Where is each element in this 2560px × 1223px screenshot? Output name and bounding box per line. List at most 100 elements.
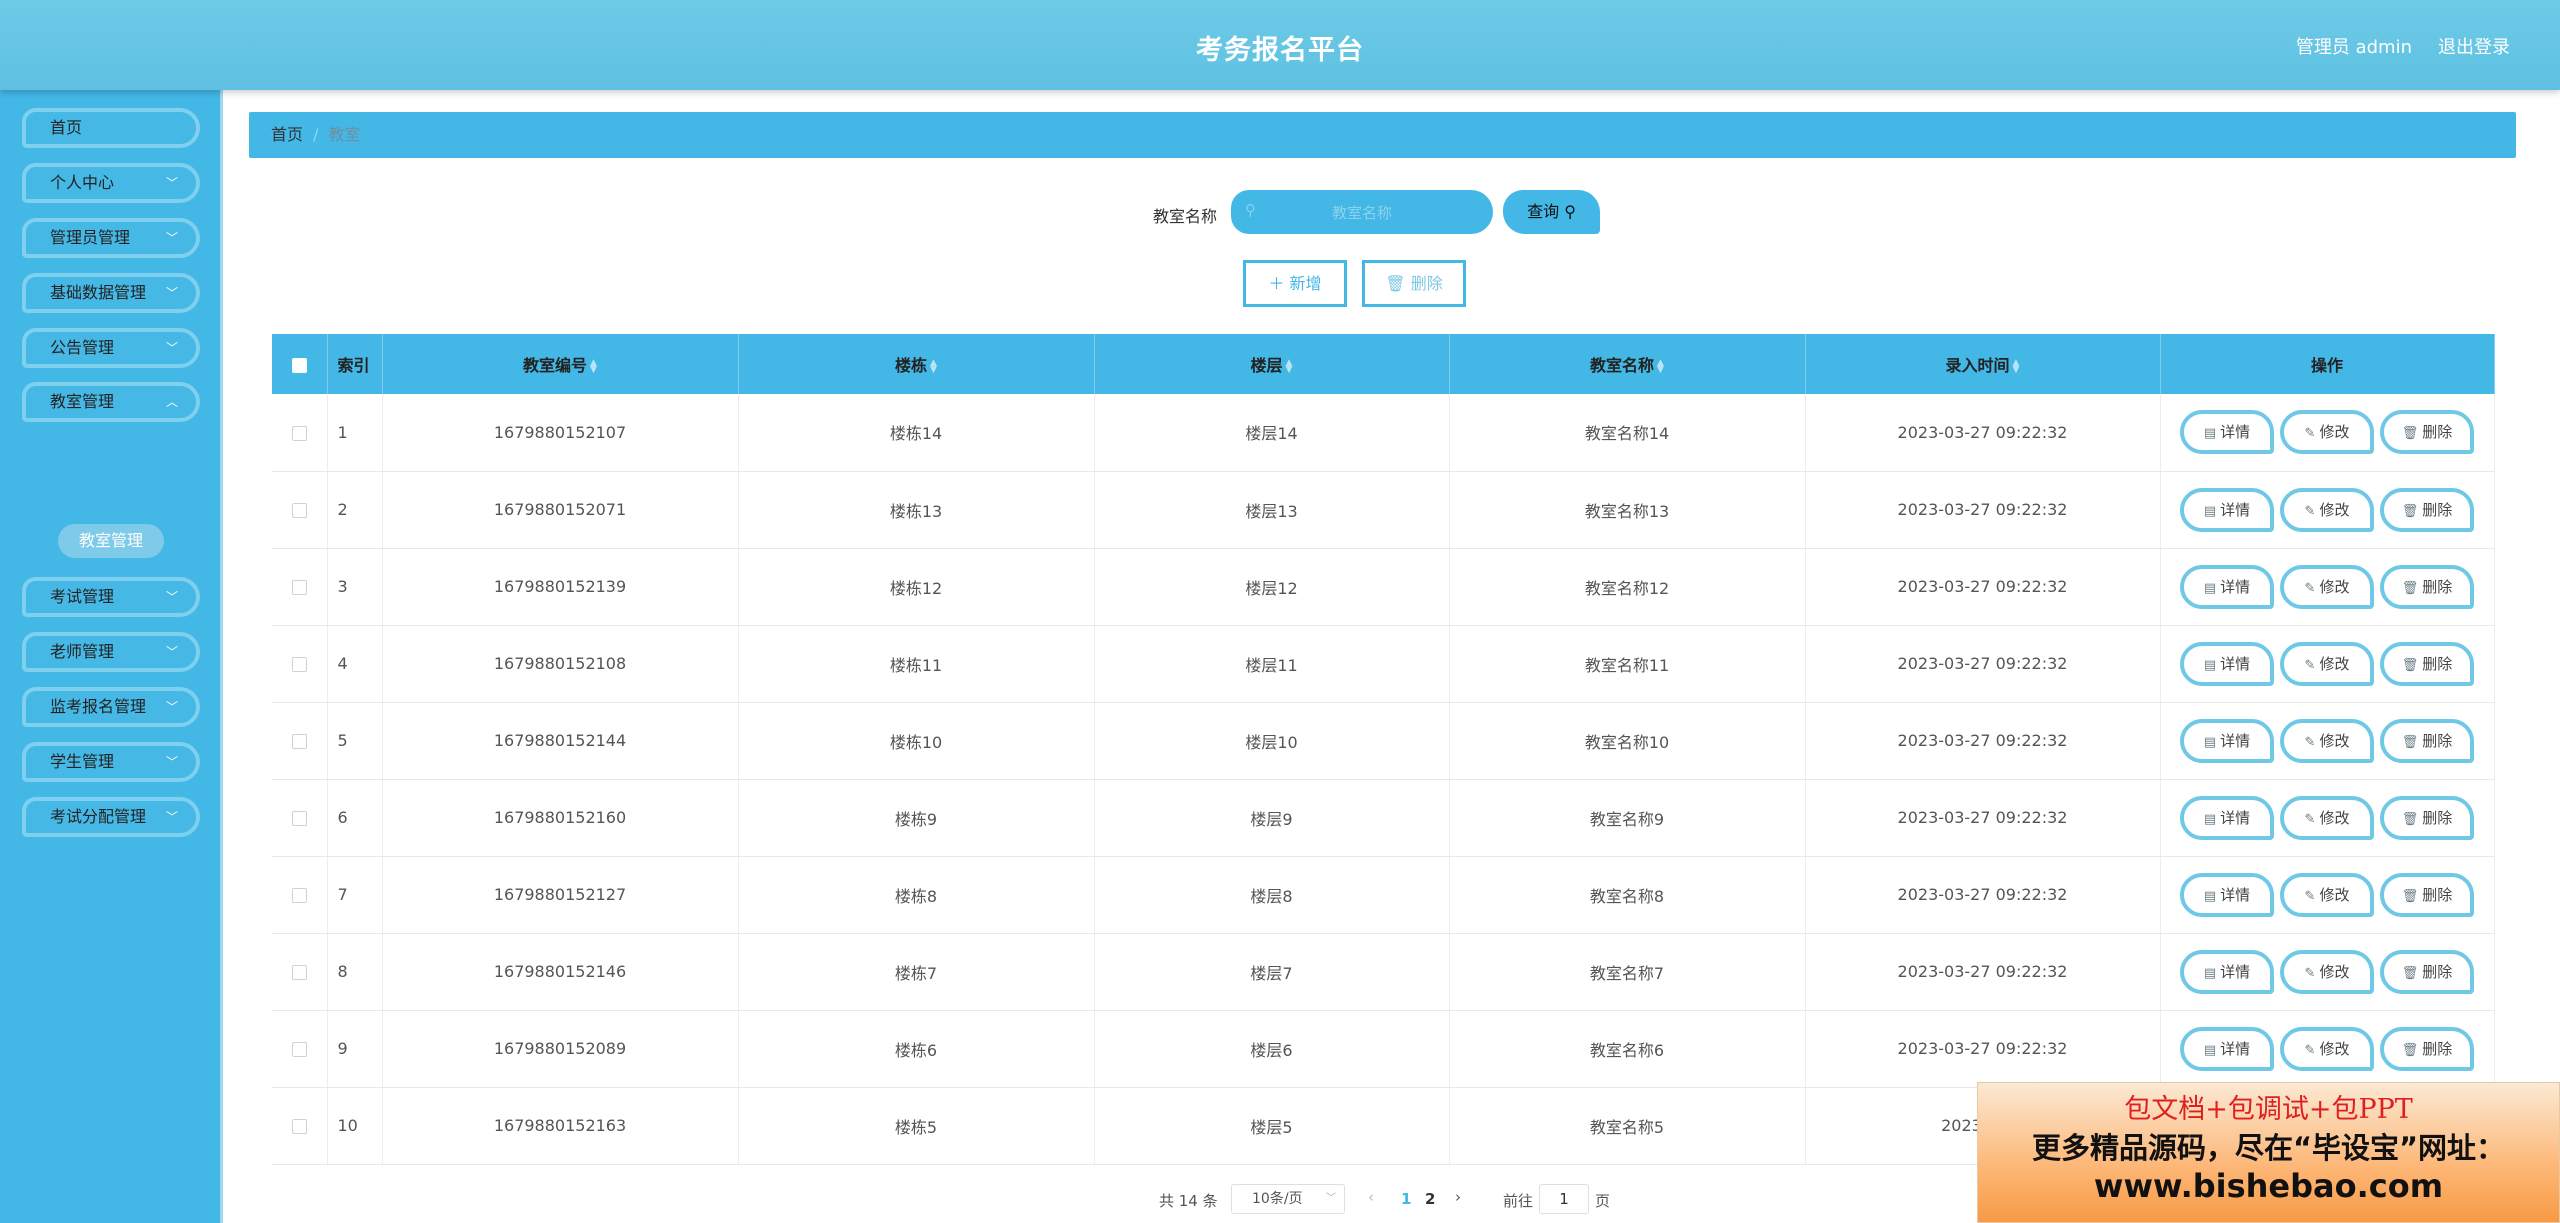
detail-button[interactable]: ▤详情 bbox=[2180, 564, 2274, 609]
table-row: 5 1679880152144 楼栋10 楼层10 教室名称10 2023-03-27 0… bbox=[272, 702, 2495, 780]
cell-building: 楼栋12 bbox=[738, 548, 1095, 626]
sidebar-item-base-data[interactable]: 基础数据管理 ﹀ bbox=[22, 273, 200, 313]
delete-button[interactable]: 🗑删除 bbox=[2380, 949, 2474, 994]
edit-button[interactable]: ✎修改 bbox=[2280, 1026, 2374, 1071]
column-header-time[interactable]: 录入时间 ▲ ▼ bbox=[1805, 334, 2161, 394]
delete-button-label: 删除 bbox=[1410, 274, 1443, 293]
edit-button[interactable]: ✎修改 bbox=[2280, 795, 2374, 840]
detail-button[interactable]: ▤详情 bbox=[2180, 795, 2274, 840]
sidebar-item-label: 考试管理 bbox=[50, 587, 115, 606]
column-header-name[interactable]: 教室名称 ▲ ▼ bbox=[1449, 334, 1806, 394]
cell-building: 楼栋8 bbox=[738, 856, 1095, 934]
page-1[interactable]: 1 bbox=[1401, 1190, 1411, 1208]
add-button[interactable]: ＋ 新增 bbox=[1243, 260, 1347, 307]
delete-button[interactable]: 🗑删除 bbox=[2380, 872, 2474, 917]
cell-time: 2023-03-27 09:22:32 bbox=[1805, 394, 2161, 472]
row-checkbox[interactable] bbox=[291, 888, 307, 903]
prev-page-icon[interactable]: ‹ bbox=[1368, 1188, 1374, 1206]
cell-name: 教室名称8 bbox=[1449, 856, 1806, 934]
detail-button[interactable]: ▤详情 bbox=[2180, 872, 2274, 917]
sidebar-item-classrooms[interactable]: 教室管理 ︿ bbox=[22, 382, 200, 422]
row-checkbox[interactable] bbox=[291, 1042, 307, 1057]
row-checkbox[interactable] bbox=[291, 580, 307, 595]
delete-button[interactable]: 🗑删除 bbox=[2380, 1026, 2474, 1071]
detail-button[interactable]: ▤详情 bbox=[2180, 949, 2274, 994]
classroom-table: 索引 教室编号 ▲ ▼ 楼栋 ▲ ▼ 楼层 ▲ ▼ 教室名称 ▲ ▼ 录入时间 ▲ ▼ 操作 1 16… bbox=[272, 334, 2495, 1165]
promo-banner: 包文档+包调试+包PPT 更多精品源码，尽在“毕设宝”网址： www.bishe… bbox=[1977, 1082, 2560, 1223]
cell-index: 1 bbox=[327, 394, 383, 472]
delete-button[interactable]: 🗑删除 bbox=[2380, 795, 2474, 840]
sidebar-item-invigilation[interactable]: 监考报名管理 ﹀ bbox=[22, 687, 200, 727]
row-checkbox[interactable] bbox=[291, 425, 307, 441]
query-button[interactable]: 查询 ⚲ bbox=[1503, 190, 1600, 234]
pencil-icon: ✎ bbox=[2304, 811, 2316, 827]
batch-delete-button[interactable]: 🗑 删除 bbox=[1362, 260, 1466, 307]
delete-button[interactable]: 🗑删除 bbox=[2380, 641, 2474, 686]
page-size-select[interactable]: 10条/页 ﹀ bbox=[1231, 1184, 1345, 1214]
detail-button-label: 详情 bbox=[2220, 731, 2251, 750]
sidebar-item-profile[interactable]: 个人中心 ﹀ bbox=[22, 163, 200, 203]
row-checkbox-cell bbox=[272, 394, 328, 472]
delete-button[interactable]: 🗑删除 bbox=[2380, 718, 2474, 763]
document-icon: ▤ bbox=[2203, 1042, 2217, 1058]
cell-index: 2 bbox=[327, 471, 383, 549]
top-header: 考务报名平台 管理员 admin 退出登录 bbox=[0, 0, 2560, 90]
chevron-down-icon: ﹀ bbox=[165, 176, 178, 190]
sidebar-item-admins[interactable]: 管理员管理 ﹀ bbox=[22, 218, 200, 258]
delete-button[interactable]: 🗑删除 bbox=[2380, 487, 2474, 532]
row-checkbox-cell bbox=[272, 779, 328, 857]
cell-name: 教室名称11 bbox=[1449, 625, 1806, 703]
sidebar-item-home[interactable]: 首页 bbox=[22, 108, 200, 148]
cell-code: 1679880152139 bbox=[382, 548, 739, 626]
sidebar-item-students[interactable]: 学生管理 ﹀ bbox=[22, 742, 200, 782]
cell-building: 楼栋11 bbox=[738, 625, 1095, 703]
edit-button[interactable]: ✎修改 bbox=[2280, 641, 2374, 686]
sidebar-item-exam-assign[interactable]: 考试分配管理 ﹀ bbox=[22, 797, 200, 837]
cell-actions: ▤详情✎修改🗑删除 bbox=[2160, 933, 2495, 1011]
logout-link[interactable]: 退出登录 bbox=[2438, 33, 2510, 59]
row-checkbox[interactable] bbox=[291, 657, 307, 672]
sidebar-item-exams[interactable]: 考试管理 ﹀ bbox=[22, 577, 200, 617]
chevron-down-icon: ﹀ bbox=[165, 645, 178, 659]
row-checkbox[interactable] bbox=[291, 1119, 307, 1134]
breadcrumb-home[interactable]: 首页 bbox=[271, 125, 303, 144]
row-checkbox[interactable] bbox=[291, 811, 307, 826]
detail-button[interactable]: ▤详情 bbox=[2180, 487, 2274, 532]
detail-button[interactable]: ▤详情 bbox=[2180, 1026, 2274, 1071]
column-header-building[interactable]: 楼栋 ▲ ▼ bbox=[738, 334, 1095, 394]
add-button-label: 新增 bbox=[1289, 274, 1322, 293]
cell-index: 4 bbox=[327, 625, 383, 703]
edit-button[interactable]: ✎修改 bbox=[2280, 872, 2374, 917]
detail-button[interactable]: ▤详情 bbox=[2180, 641, 2274, 686]
edit-button[interactable]: ✎修改 bbox=[2280, 718, 2374, 763]
row-checkbox[interactable] bbox=[291, 734, 307, 749]
sidebar-subitem-classrooms[interactable]: 教室管理 bbox=[58, 524, 164, 558]
table-row: 4 1679880152108 楼栋11 楼层11 教室名称11 2023-03-27 0… bbox=[272, 625, 2495, 703]
sidebar-item-notices[interactable]: 公告管理 ﹀ bbox=[22, 328, 200, 368]
delete-button[interactable]: 🗑删除 bbox=[2380, 564, 2474, 609]
next-page-icon[interactable]: › bbox=[1455, 1188, 1461, 1206]
edit-button[interactable]: ✎修改 bbox=[2280, 487, 2374, 532]
column-header-code[interactable]: 教室编号 ▲ ▼ bbox=[382, 334, 739, 394]
cell-building: 楼栋5 bbox=[738, 1087, 1095, 1165]
page-2[interactable]: 2 bbox=[1425, 1190, 1435, 1208]
search-input[interactable]: ⚲ 教室名称 bbox=[1231, 190, 1493, 234]
row-checkbox[interactable] bbox=[291, 503, 307, 518]
column-header-floor[interactable]: 楼层 ▲ ▼ bbox=[1094, 334, 1450, 394]
sidebar-item-teachers[interactable]: 老师管理 ﹀ bbox=[22, 632, 200, 672]
cell-code: 1679880152107 bbox=[382, 394, 739, 472]
edit-button[interactable]: ✎修改 bbox=[2280, 949, 2374, 994]
row-checkbox-cell bbox=[272, 856, 328, 934]
detail-button[interactable]: ▤详情 bbox=[2180, 410, 2274, 455]
edit-button[interactable]: ✎修改 bbox=[2280, 564, 2374, 609]
detail-button[interactable]: ▤详情 bbox=[2180, 718, 2274, 763]
detail-button-label: 详情 bbox=[2220, 423, 2251, 442]
table-row: 1 1679880152107 楼栋14 楼层14 教室名称14 2023-03-27 0… bbox=[272, 394, 2495, 472]
cell-index: 8 bbox=[327, 933, 383, 1011]
edit-button[interactable]: ✎修改 bbox=[2280, 410, 2374, 455]
goto-page-input[interactable]: 1 bbox=[1539, 1184, 1589, 1214]
delete-button[interactable]: 🗑删除 bbox=[2380, 410, 2474, 455]
select-all-checkbox[interactable] bbox=[291, 357, 307, 373]
row-checkbox[interactable] bbox=[291, 965, 307, 980]
sidebar-item-label: 监考报名管理 bbox=[50, 697, 147, 716]
